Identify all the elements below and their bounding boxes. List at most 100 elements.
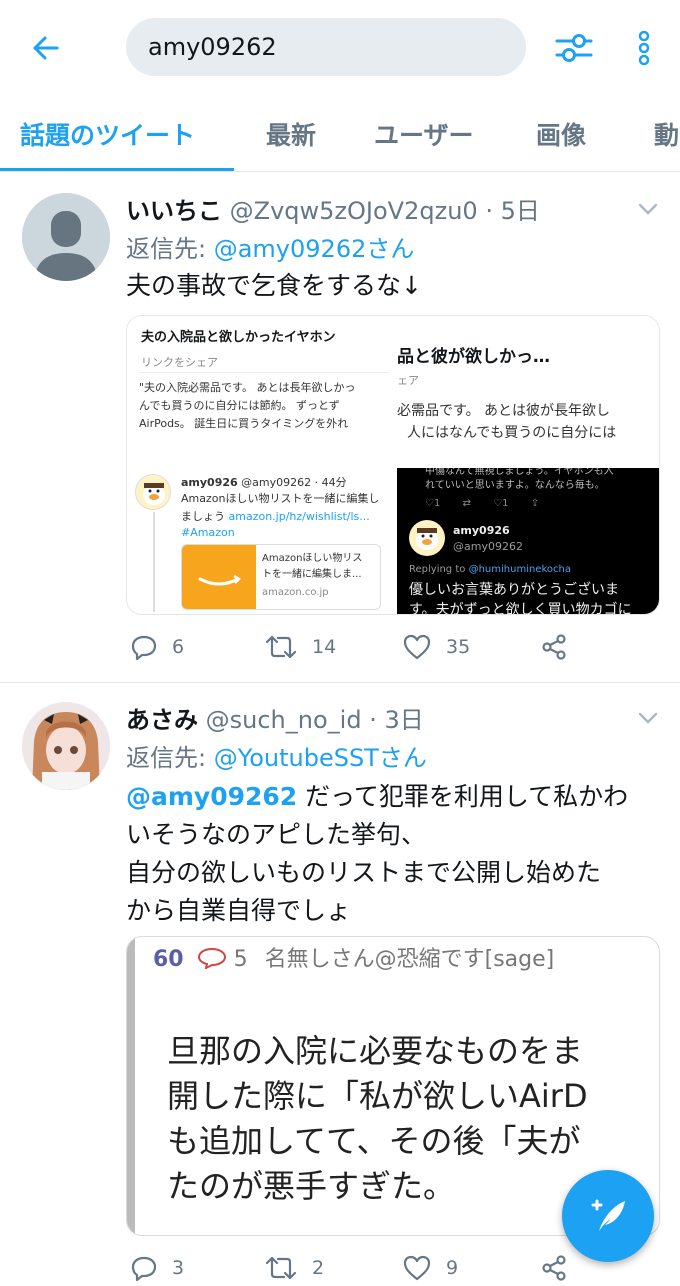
card4-replying: Replying to @humihuminekocha xyxy=(409,564,571,575)
image-left-edge xyxy=(127,937,135,1235)
media-image-1[interactable]: 夫の入院品と欲しかったイヤホン リンクをシェア "夫の入院必需品です。 あとは長… xyxy=(127,316,391,462)
avatar[interactable] xyxy=(22,702,110,790)
media-image-3[interactable]: amy0926 @amy09262 · 44分 Amazonほしい物リストを一緒… xyxy=(127,468,391,614)
thread-line xyxy=(153,512,155,612)
share-button[interactable] xyxy=(540,633,582,661)
back-button[interactable] xyxy=(26,28,66,68)
bbs-poster: 名無しさん@恐縮です[sage] xyxy=(264,947,555,972)
card1-title: 夫の入院品と欲しかったイヤホン xyxy=(141,330,336,345)
search-input[interactable] xyxy=(148,33,508,61)
retweet-button[interactable]: 14 xyxy=(264,633,336,661)
card3-name: amy0926 xyxy=(181,476,238,489)
reply-to-link[interactable]: @amy09262さん xyxy=(214,235,415,263)
card3-box-domain: amazon.co.jp xyxy=(262,587,329,598)
compose-tweet-button[interactable] xyxy=(562,1170,654,1262)
speech-bubble-icon xyxy=(197,947,226,970)
card2-title: 品と彼が欲しかっ… xyxy=(397,347,550,367)
tweet-actions: 3 2 9 xyxy=(126,1254,646,1286)
card3-link: amazon.jp/hz/wishlist/ls... xyxy=(228,510,370,523)
reply-button[interactable]: 6 xyxy=(130,633,184,661)
bird-avatar-icon xyxy=(409,520,445,556)
card4-actions: ♡1 ⇄ ♡1 ⇪ xyxy=(425,498,540,509)
tab-top-tweets[interactable]: 話題のツイート xyxy=(20,116,195,152)
retweet-button[interactable]: 2 xyxy=(264,1254,324,1282)
tweet-text-line: いそうなのアピした挙句、 xyxy=(126,820,427,849)
reply-icon xyxy=(131,1256,157,1282)
chevron-down-icon[interactable] xyxy=(636,197,660,221)
avatar[interactable] xyxy=(22,193,110,281)
dot-separator: · xyxy=(485,197,493,225)
tweet-header: いいちこ @Zvqw5zOJoV2qzu0 · 5日 xyxy=(126,191,540,226)
bird-avatar-icon xyxy=(135,474,171,510)
user-photo-icon xyxy=(22,702,110,790)
card1-body: "夫の入院必需品です。 あとは長年欲しかっ んでも買うのに自分には節約。 ずっと… xyxy=(139,372,389,454)
card2-sub: ェア xyxy=(397,374,419,387)
card3-box-line: トを一緒に編集しま... xyxy=(262,569,362,580)
reply-context: 返信先: @YoutubeSSTさん xyxy=(126,738,427,773)
bbs-post-number: 60 xyxy=(153,947,184,972)
user-handle[interactable]: @Zvqw5zOJoV2qzu0 xyxy=(230,197,478,225)
retweet-count: 14 xyxy=(312,636,337,658)
reply-to-link[interactable]: @YoutubeSSTさん xyxy=(214,744,427,772)
dot-separator: · xyxy=(369,706,377,734)
more-options-button[interactable] xyxy=(628,26,660,70)
tweet-time: 5日 xyxy=(500,197,540,225)
like-button[interactable]: 9 xyxy=(402,1254,458,1282)
search-filter-button[interactable] xyxy=(552,26,596,70)
media-image-2[interactable]: 品と彼が欲しかっ… ェア 必需品です。 あとは彼が長年欲し 人にはなんでも買うの… xyxy=(397,316,659,462)
reply-icon xyxy=(131,635,157,661)
tweet-text-line: @amy09262 だって犯罪を利用して私かわ xyxy=(126,778,666,816)
tweet[interactable]: いいちこ @Zvqw5zOJoV2qzu0 · 5日 返信先: @amy0926… xyxy=(0,173,680,683)
card1-line: AirPods。 誕生日に買うタイミングを外れ xyxy=(139,417,349,430)
display-name[interactable]: あさみ xyxy=(126,706,198,734)
reply-context: 返信先: @amy09262さん xyxy=(126,229,414,264)
card3-tag: #Amazon xyxy=(181,526,235,539)
media-image-4[interactable]: 中傷なんて無視しましょう。イヤホンも入 れていいと思いますよ。なんなら毎も。 ♡… xyxy=(397,468,659,614)
like-count: 9 xyxy=(446,1257,459,1279)
display-name[interactable]: いいちこ xyxy=(126,197,222,225)
card4-line: 優しいお言葉ありがとうございま xyxy=(409,582,619,598)
share-icon xyxy=(542,1255,566,1281)
card4-name: amy0926 xyxy=(453,524,510,537)
tab-videos[interactable]: 動 xyxy=(654,116,679,152)
mention-link[interactable]: @amy09262 xyxy=(126,782,297,811)
tweet-text-line: 自分の欲しいものリストまで公開し始めた xyxy=(126,858,602,887)
heart-icon xyxy=(403,1255,431,1281)
tweet-text: 夫の事故で乞食をするな↓ xyxy=(126,271,422,300)
tweet-actions: 6 14 35 xyxy=(126,633,646,673)
default-avatar-icon xyxy=(22,193,110,281)
bbs-line: も追加してて、その後「夫が xyxy=(167,1122,581,1160)
like-button[interactable]: 35 xyxy=(402,633,470,661)
search-tabs: 話題のツイート 最新 ユーザー 画像 動 xyxy=(0,96,680,172)
reply-button[interactable]: 3 xyxy=(130,1254,184,1282)
tweet-media-grid[interactable]: 夫の入院品と欲しかったイヤホン リンクをシェア "夫の入院必需品です。 あとは長… xyxy=(126,315,660,615)
card3-line2-text: ましょう xyxy=(181,510,225,523)
chevron-down-icon[interactable] xyxy=(636,706,660,730)
arrow-left-icon xyxy=(33,36,59,60)
card4-handle: @amy09262 xyxy=(453,540,523,553)
card4-replying-to: @humihuminekocha xyxy=(468,564,571,575)
compose-feather-icon xyxy=(591,1199,625,1231)
tweet-text: @amy09262 だって犯罪を利用して私かわ いそうなのアピした挙句、 自分の… xyxy=(126,778,666,930)
card1-line: んでも買うのに自分には節約。 ずっとず xyxy=(139,399,340,412)
sliders-icon xyxy=(555,34,593,62)
share-button[interactable] xyxy=(540,1254,582,1282)
card2-line: 人にはなんでも買うのに自分には xyxy=(407,425,617,441)
user-handle[interactable]: @such_no_id xyxy=(206,706,362,734)
card3-line: Amazonほしい物リストを一緒に編集し xyxy=(181,492,380,505)
active-tab-indicator xyxy=(0,168,234,171)
bbs-reply-count: 5 xyxy=(233,947,248,972)
card1-line: "夫の入院必需品です。 あとは長年欲しかっ xyxy=(139,381,356,394)
bbs-line: 旦那の入院に必要なものをま xyxy=(167,1032,584,1070)
search-bar[interactable] xyxy=(126,18,526,76)
tab-people[interactable]: ユーザー xyxy=(374,116,474,152)
tab-latest[interactable]: 最新 xyxy=(266,116,316,152)
card4-top: れていいと思いますよ。なんなら毎も。 xyxy=(425,480,605,491)
card2-line: 必需品です。 あとは彼が長年欲し xyxy=(397,403,611,419)
tweet-text-line: から自業自得でしょ xyxy=(126,896,352,925)
retweet-count: 2 xyxy=(312,1257,325,1279)
card3-link-card: Amazonほしい物リス トを一緒に編集しま... amazon.co.jp xyxy=(181,544,381,610)
like-count: 35 xyxy=(446,636,471,658)
card3-header: amy0926 @amy09262 · 44分 xyxy=(181,474,347,490)
tab-photos[interactable]: 画像 xyxy=(536,116,586,152)
